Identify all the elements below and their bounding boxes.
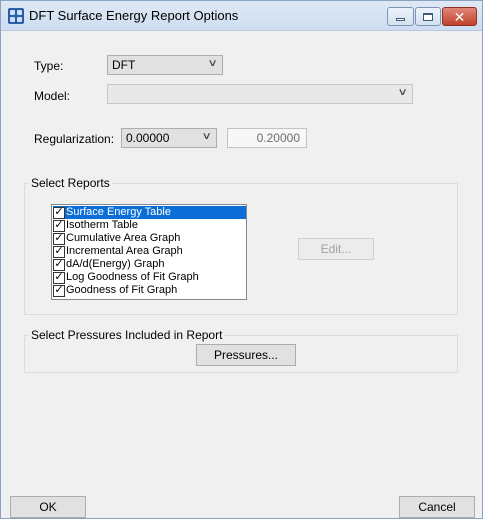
list-item[interactable]: ✓ Cumulative Area Graph	[53, 232, 246, 245]
ok-button[interactable]: OK	[10, 496, 86, 518]
list-item[interactable]: ✓ Log Goodness of Fit Graph	[53, 271, 246, 284]
select-pressures-title: Select Pressures Included in Report	[29, 328, 225, 342]
check-icon: ✓	[54, 232, 64, 244]
list-item[interactable]: ✓ dA/d(Energy) Graph	[53, 258, 246, 271]
list-item[interactable]: ✓ Incremental Area Graph	[53, 245, 246, 258]
minimize-icon	[396, 18, 405, 21]
app-icon	[8, 8, 24, 24]
type-select-value: DFT	[112, 58, 136, 72]
pressures-button[interactable]: Pressures...	[196, 344, 296, 366]
edit-button[interactable]: Edit...	[298, 238, 374, 260]
cancel-button[interactable]: Cancel	[399, 496, 475, 518]
checkbox[interactable]: ✓	[53, 232, 65, 245]
checkbox[interactable]: ✓	[53, 284, 65, 297]
chevron-down-icon: ∨	[207, 58, 218, 69]
check-icon: ✓	[54, 245, 64, 257]
model-label: Model:	[34, 89, 71, 103]
reports-list[interactable]: ✓ Surface Energy Table ✓ Isotherm Table …	[51, 204, 247, 300]
list-item-label: dA/d(Energy) Graph	[66, 258, 165, 270]
check-icon: ✓	[54, 219, 64, 231]
type-label: Type:	[34, 59, 64, 73]
minimize-button[interactable]	[387, 7, 414, 26]
regularization-select[interactable]: 0.00000 ∨	[121, 128, 217, 148]
check-icon: ✓	[54, 271, 64, 283]
maximize-icon	[423, 12, 433, 21]
list-item-label: Surface Energy Table	[66, 206, 171, 218]
list-item-label: Incremental Area Graph	[66, 245, 183, 257]
close-button[interactable]: ✕	[442, 7, 477, 26]
regularization-label: Regularization:	[34, 132, 115, 146]
select-reports-title: Select Reports	[29, 176, 112, 190]
check-icon: ✓	[54, 284, 64, 296]
list-item-label: Log Goodness of Fit Graph	[66, 271, 199, 283]
check-icon: ✓	[54, 206, 64, 218]
check-icon: ✓	[54, 258, 64, 270]
list-item-label: Cumulative Area Graph	[66, 232, 181, 244]
list-item[interactable]: ✓ Isotherm Table	[53, 219, 246, 232]
maximize-button[interactable]	[415, 7, 441, 26]
regularization-value-field[interactable]: 0.20000	[227, 128, 307, 148]
type-select[interactable]: DFT ∨	[107, 55, 223, 75]
chevron-down-icon: ∨	[201, 131, 212, 142]
dialog-window: DFT Surface Energy Report Options ✕ Type…	[0, 0, 483, 519]
regularization-select-value: 0.00000	[126, 131, 170, 145]
list-item-label: Goodness of Fit Graph	[66, 284, 178, 296]
chevron-down-icon: ∨	[397, 87, 408, 98]
close-icon: ✕	[453, 8, 466, 25]
window-title: DFT Surface Energy Report Options	[29, 8, 239, 23]
list-item-label: Isotherm Table	[66, 219, 138, 231]
checkbox[interactable]: ✓	[53, 206, 65, 219]
list-item[interactable]: ✓ Surface Energy Table	[53, 206, 246, 219]
checkbox[interactable]: ✓	[53, 245, 65, 258]
checkbox[interactable]: ✓	[53, 258, 65, 271]
checkbox[interactable]: ✓	[53, 271, 65, 284]
list-item[interactable]: ✓ Goodness of Fit Graph	[53, 284, 246, 297]
checkbox[interactable]: ✓	[53, 219, 65, 232]
model-select[interactable]: ∨	[107, 84, 413, 104]
title-bar[interactable]: DFT Surface Energy Report Options ✕	[1, 1, 482, 31]
